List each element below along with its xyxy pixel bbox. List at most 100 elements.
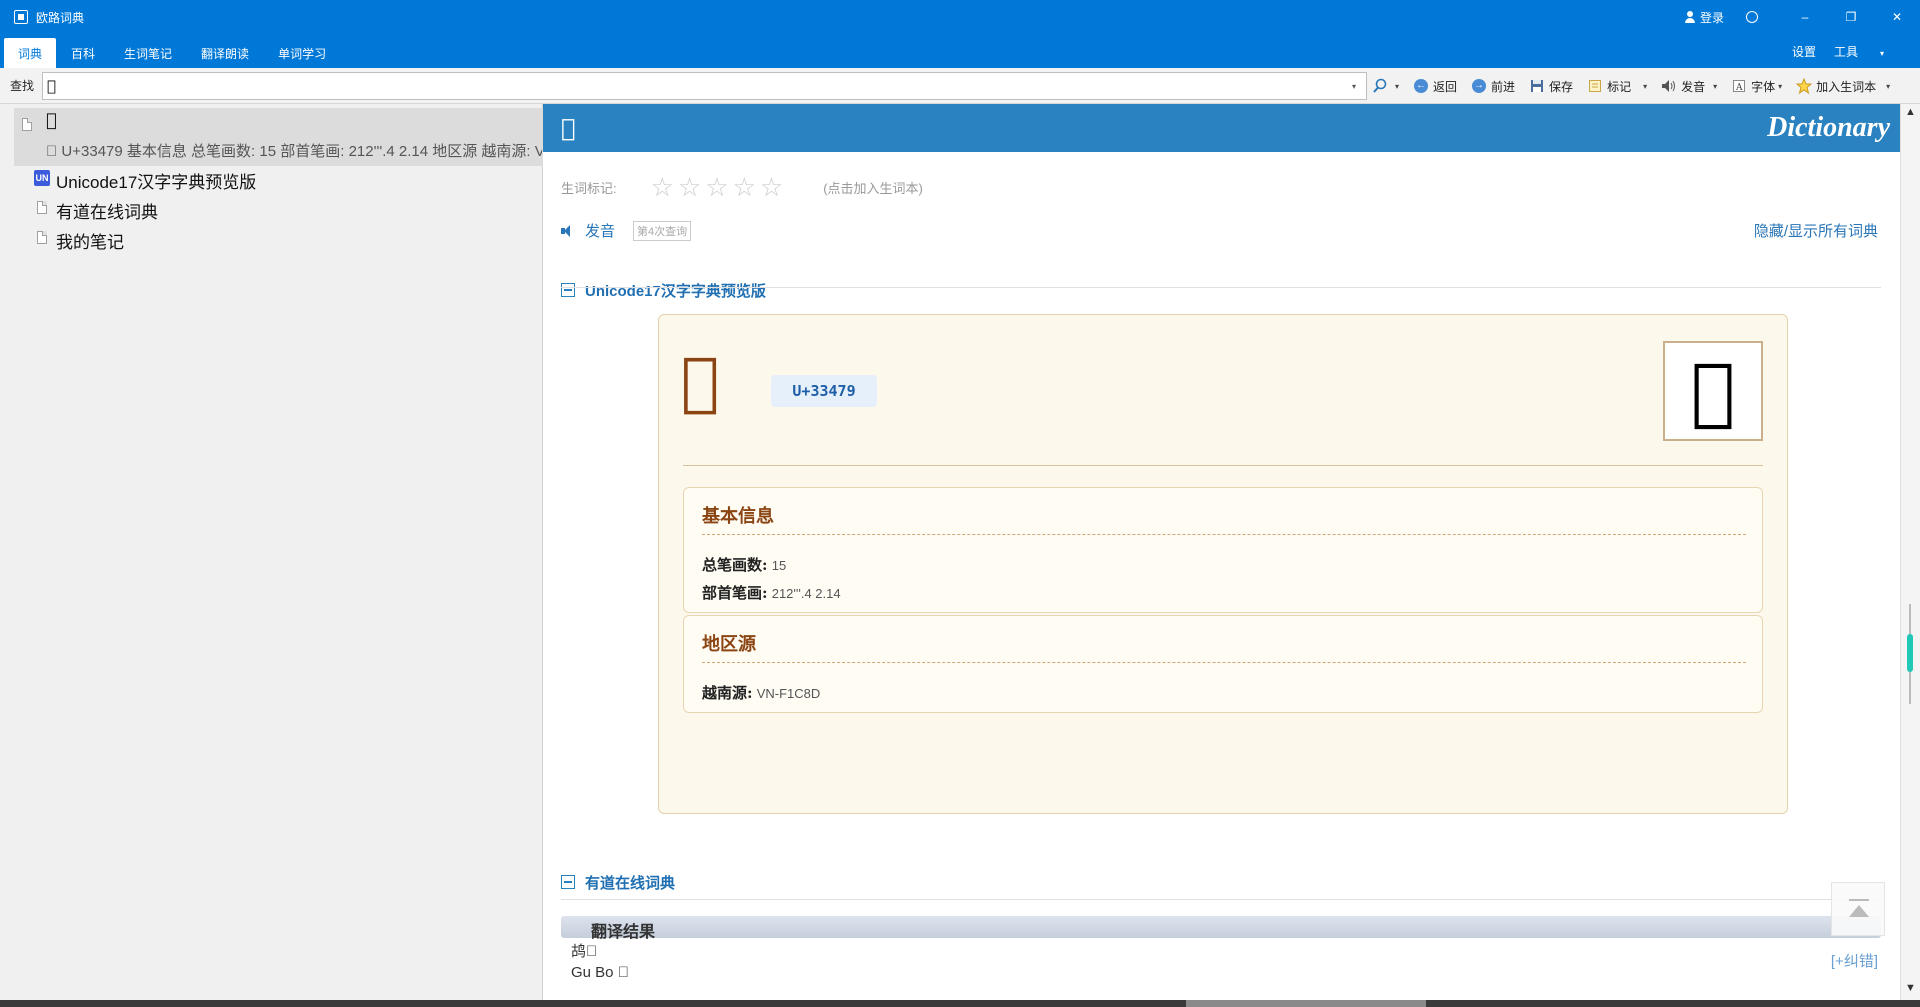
chevron-down-icon: ▾ xyxy=(1778,81,1783,91)
translation-line: Gu Bo 𫛢 xyxy=(571,964,629,981)
font-button[interactable]: A 字体 ▾ xyxy=(1731,78,1782,95)
pronounce-link[interactable]: 发音 第4次查询 xyxy=(561,220,692,241)
back-button[interactable]: ← 返回 xyxy=(1413,78,1457,95)
query-count-badge: 第4次查询 xyxy=(633,220,692,241)
svg-text:A: A xyxy=(1735,83,1743,93)
collapse-icon[interactable] xyxy=(561,283,575,297)
star-icon[interactable]: ☆ xyxy=(678,174,701,200)
report-error-link[interactable]: [+纠错] xyxy=(1831,950,1878,971)
entry-header: 𳑹 Dictionary xyxy=(543,104,1900,152)
star-icon[interactable]: ☆ xyxy=(760,174,783,200)
character-card: 𳑹 U+33479 𳑹 基本信息 总笔画数: 15 部首笔画: 212'''.4… xyxy=(658,314,1788,814)
tab-dictionary[interactable]: 词典 xyxy=(4,38,57,68)
scroll-down-icon[interactable]: ▼ xyxy=(1905,982,1916,994)
window-title: 欧路词典 xyxy=(36,10,85,25)
chevron-down-icon: ▾ xyxy=(1395,81,1400,91)
close-button[interactable]: ✕ xyxy=(1874,0,1920,34)
content-scrollbar[interactable]: ▲ ▼ xyxy=(1900,104,1920,1000)
radical-strokes-row: 部首笔画: 212'''.4 2.14 xyxy=(702,582,841,603)
basic-info-section: 基本信息 总笔画数: 15 部首笔画: 212'''.4 2.14 xyxy=(683,487,1763,613)
arrow-right-icon: → xyxy=(1472,79,1487,93)
document-icon xyxy=(37,231,47,244)
basic-info-title: 基本信息 xyxy=(702,506,774,527)
tools-menu-label: 工具 xyxy=(1833,44,1858,59)
magnifier-icon xyxy=(1372,78,1388,94)
restore-button[interactable]: ❐ xyxy=(1828,0,1874,34)
search-box: ▾ xyxy=(42,72,1367,100)
unicode-dict-header[interactable]: Unicode17汉字字典预览版 xyxy=(561,280,766,300)
main-tab-bar: 词典 百科 生词笔记 翻译朗读 单词学习 设置 工具 ▾ xyxy=(0,34,1920,68)
title-bar: 欧路词典 登录 – ❐ ✕ xyxy=(0,0,1920,34)
divider xyxy=(683,465,1763,466)
codepoint-badge: U+33479 xyxy=(771,375,877,407)
star-icon[interactable]: ☆ xyxy=(705,174,728,200)
list-item-unicode-dict[interactable]: Unicode17汉字字典预览版 xyxy=(56,168,256,193)
star-icon xyxy=(1796,78,1813,94)
translation-result-title: 翻译结果 xyxy=(591,924,656,941)
list-item-youdao[interactable]: 有道在线词典 xyxy=(56,198,158,223)
divider xyxy=(561,899,1881,900)
entry-headword: 𳑹 xyxy=(561,114,576,142)
character-large: 𳑹 xyxy=(681,345,720,419)
chevron-down-icon: ▾ xyxy=(1879,48,1884,58)
youdao-dict-header[interactable]: 有道在线词典 xyxy=(561,872,675,892)
divider xyxy=(702,534,1746,535)
document-icon xyxy=(22,118,32,131)
chevron-down-icon: ▾ xyxy=(1713,81,1718,91)
save-button[interactable]: 保存 xyxy=(1529,78,1573,95)
document-icon xyxy=(37,201,47,214)
user-icon xyxy=(1684,11,1696,23)
vietnam-source-key: 越南源: xyxy=(702,684,753,702)
feedback-smile-icon[interactable] xyxy=(1746,11,1758,23)
unicode-dict-icon: UN xyxy=(34,170,50,186)
minimize-button[interactable]: – xyxy=(1782,0,1828,34)
stroke-count-row: 总笔画数: 15 xyxy=(702,554,786,575)
search-button[interactable]: ▾ xyxy=(1372,78,1399,94)
save-label: 保存 xyxy=(1549,79,1574,94)
entry-content: 𳑹 Dictionary 生词标记: ☆ ☆ ☆ ☆ ☆ (点击加入生词本) 发… xyxy=(543,104,1900,1000)
back-to-top-button[interactable] xyxy=(1831,882,1885,936)
stroke-count-value: 15 xyxy=(771,558,787,573)
search-input[interactable] xyxy=(43,74,1352,98)
back-label: 返回 xyxy=(1433,79,1458,94)
login-label: 登录 xyxy=(1699,10,1724,25)
region-source-section: 地区源 越南源: VN-F1C8D xyxy=(683,615,1763,713)
pronounce-button[interactable]: 发音 ▾ xyxy=(1661,78,1717,95)
font-label: 字体 xyxy=(1751,79,1776,94)
star-label: 生词标记: xyxy=(561,180,617,196)
floppy-disk-icon xyxy=(1529,78,1545,94)
scroll-thumb[interactable] xyxy=(1907,634,1913,672)
settings-menu[interactable]: 设置 xyxy=(1792,43,1816,60)
tools-menu[interactable]: 工具 ▾ xyxy=(1834,43,1902,60)
mark-button[interactable]: 标记 ▾ xyxy=(1587,78,1647,95)
arrow-left-icon: ← xyxy=(1414,79,1429,93)
chevron-down-icon: ▾ xyxy=(1643,81,1648,91)
tab-translate-read[interactable]: 翻译朗读 xyxy=(187,38,263,68)
vietnam-source-value: VN-F1C8D xyxy=(756,686,821,701)
translation-result-bar: 翻译结果 xyxy=(561,916,1881,941)
find-label: 查找 xyxy=(10,79,35,93)
login-button[interactable]: 登录 xyxy=(1684,9,1724,26)
forward-button[interactable]: → 前进 xyxy=(1471,78,1515,95)
star-hint: (点击加入生词本) xyxy=(823,180,923,196)
toggle-all-dicts-link[interactable]: 隐藏/显示所有词典 xyxy=(1754,220,1878,241)
vietnam-source-row: 越南源: VN-F1C8D xyxy=(702,682,820,703)
toolbar: 查找 ▾ ▾ ← 返回 → 前进 保存 标记 xyxy=(0,68,1920,104)
selected-word-description: 𳑹 U+33479 基本信息 总笔画数: 15 部首笔画: 212'''.4 2… xyxy=(46,143,542,160)
chevron-down-icon: ▾ xyxy=(1886,81,1891,91)
add-wordbook-button[interactable]: 加入生词本 ▾ xyxy=(1796,78,1890,95)
search-history-dropdown-icon[interactable]: ▾ xyxy=(1352,82,1366,91)
tab-encyclopedia[interactable]: 百科 xyxy=(57,38,109,68)
tab-word-study[interactable]: 单词学习 xyxy=(264,38,340,68)
scroll-up-icon[interactable]: ▲ xyxy=(1905,106,1916,118)
stroke-count-key: 总笔画数: xyxy=(702,556,768,574)
collapse-icon[interactable] xyxy=(561,875,575,889)
list-item-my-notes[interactable]: 我的笔记 xyxy=(56,228,124,253)
star-rating: ☆ ☆ ☆ ☆ ☆ xyxy=(651,174,788,200)
region-source-title: 地区源 xyxy=(702,634,756,655)
tab-wordbook-notes[interactable]: 生词笔记 xyxy=(110,38,186,68)
mark-label: 标记 xyxy=(1607,79,1632,94)
star-icon[interactable]: ☆ xyxy=(651,174,674,200)
selected-word: 𳑹 xyxy=(46,110,57,131)
star-icon[interactable]: ☆ xyxy=(733,174,756,200)
